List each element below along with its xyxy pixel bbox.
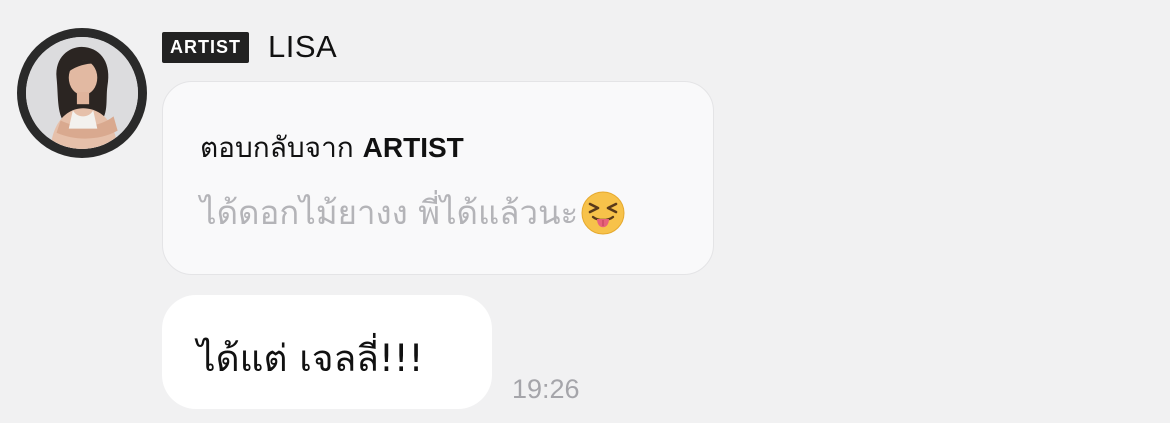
avatar-photo (26, 37, 138, 149)
avatar-portrait-image (26, 37, 138, 149)
artist-badge: ARTIST (162, 31, 249, 63)
squinting-face-with-tongue-icon (580, 190, 626, 236)
sender-name[interactable]: LISA (268, 29, 337, 65)
message-header: ARTIST LISA (162, 29, 337, 65)
avatar[interactable] (17, 28, 147, 158)
reply-label: ตอบกลับจาก ARTIST (200, 126, 464, 170)
reply-quote-bubble[interactable]: ตอบกลับจาก ARTIST ได้ดอกไม้ยางง พี่ได้แล… (162, 81, 714, 275)
message-text: ได้แต่ เจลลี่!!! (197, 337, 424, 380)
message-timestamp: 19:26 (512, 374, 580, 404)
quoted-text: ได้ดอกไม้ยางง พี่ได้แล้วนะ (200, 193, 579, 232)
reply-label-prefix: ตอบกลับจาก (200, 131, 354, 164)
reply-label-artist: ARTIST (362, 132, 464, 163)
message-bubble[interactable]: ได้แต่ เจลลี่!!! (162, 295, 492, 409)
quoted-message: ได้ดอกไม้ยางง พี่ได้แล้วนะ (200, 186, 626, 239)
